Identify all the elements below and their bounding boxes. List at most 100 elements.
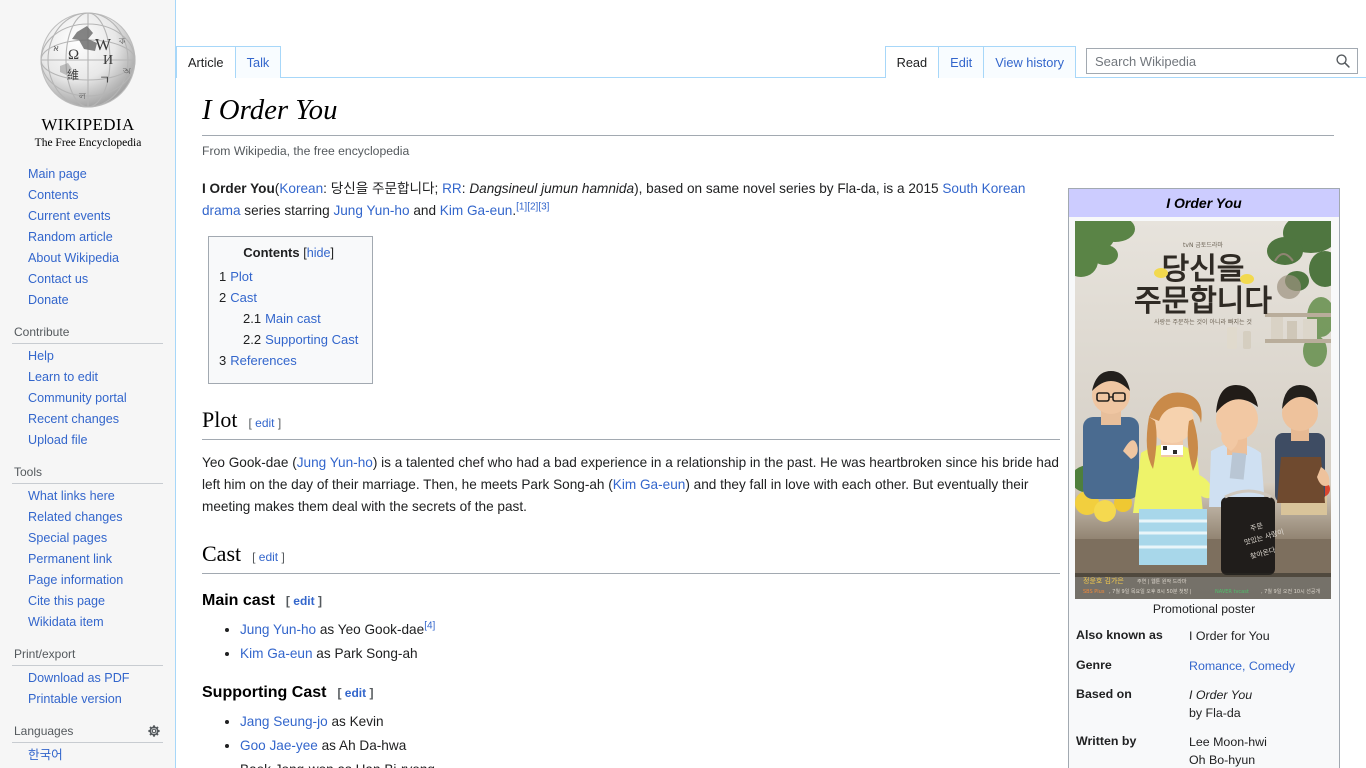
toc-text-main-cast[interactable]: Main cast [265,311,321,326]
sidebar-item-permanent-link[interactable]: Permanent link [0,549,175,570]
toc-text-supporting-cast[interactable]: Supporting Cast [265,332,358,347]
reference-links-lead[interactable]: [1][2][3] [516,202,549,213]
edit-section-main-cast: [ edit ] [286,594,322,608]
tab-article[interactable]: Article [176,46,235,78]
infobox-genre-links[interactable]: Romance, Comedy [1189,658,1333,676]
view-tabs: Read Edit View history [884,46,1076,78]
search-button[interactable] [1329,49,1357,73]
sidebar-item-donate[interactable]: Donate [0,290,175,311]
sidebar-item-upload-file[interactable]: Upload file [0,430,175,451]
svg-text:, 7월 9일 목요일 오후 8시 50분 첫방 |: , 7월 9일 목요일 오후 8시 50분 첫방 | [1109,588,1192,595]
sidebar-item-page-information[interactable]: Page information [0,570,175,591]
edit-link-supporting-cast[interactable]: edit [345,686,366,700]
sidebar-link-permanent-link[interactable]: Permanent link [28,552,112,566]
sidebar-link-what-links-here[interactable]: What links here [28,489,115,503]
sidebar-item-wikidata-item[interactable]: Wikidata item [0,612,175,633]
sidebar-item-contents[interactable]: Contents [0,185,175,206]
sidebar-item-random-article[interactable]: Random article [0,227,175,248]
sidebar-link-about-wikipedia[interactable]: About Wikipedia [28,251,119,265]
gear-icon[interactable] [147,724,161,738]
sidebar-item-community-portal[interactable]: Community portal [0,388,175,409]
promotional-poster-image[interactable]: tvN 금토드라마 당신을 주문합니다 사랑은 주문하는 것이 아니라 빠지는 … [1075,221,1331,599]
link-kim-ga-eun-plot[interactable]: Kim Ga-eun [613,477,686,492]
toc-item-main-cast[interactable]: 2.1 Main cast [243,308,358,329]
reference-main-cast-0[interactable]: [4] [424,620,435,631]
edit-bracket-close-supporting: ] [366,685,374,700]
tab-view-history[interactable]: View history [983,46,1076,78]
link-actor-jung-yun-ho[interactable]: Jung Yun-ho [240,622,316,637]
list-item: Jung Yun-ho as Yeo Gook-dae[4] [240,618,1064,642]
link-jung-yun-ho-lead[interactable]: Jung Yun-ho [333,203,409,218]
toc-item-references[interactable]: 3 References [219,350,358,371]
tab-edit[interactable]: Edit [938,46,984,78]
svg-text:NAVER tvcast: NAVER tvcast [1215,589,1249,595]
tab-separator-line [176,77,1366,78]
toc-item-supporting-cast[interactable]: 2.2 Supporting Cast [243,329,358,350]
sidebar-item-what-links-here[interactable]: What links here [0,486,175,507]
sidebar-link-wikidata-item[interactable]: Wikidata item [28,615,104,629]
link-rr[interactable]: RR [442,181,462,196]
toc-number-2-2: 2.2 [243,332,262,348]
svg-text:W: W [95,35,112,54]
sidebar-link-recent-changes[interactable]: Recent changes [28,412,119,426]
tab-read[interactable]: Read [884,46,939,78]
link-jung-yun-ho-plot[interactable]: Jung Yun-ho [297,455,373,470]
sidebar-link-help[interactable]: Help [28,349,54,363]
search-input[interactable] [1087,49,1329,73]
sidebar-item-cite-this-page[interactable]: Cite this page [0,591,175,612]
sidebar-link-random-article[interactable]: Random article [28,230,113,244]
sidebar-item-language-korean[interactable]: 한국어 [0,745,175,766]
reference-link-4[interactable]: [4] [424,620,435,631]
sidebar-link-page-information[interactable]: Page information [28,573,123,587]
sidebar-link-main-page[interactable]: Main page [28,167,87,181]
sidebar-link-donate[interactable]: Donate [28,293,69,307]
sidebar-item-current-events[interactable]: Current events [0,206,175,227]
toc-text-cast[interactable]: Cast [230,290,257,305]
sidebar-item-recent-changes[interactable]: Recent changes [0,409,175,430]
lead-references[interactable]: [1][2][3] [516,202,549,213]
svg-text:, 7월 9일 오전 10시 선공개: , 7월 9일 오전 10시 선공개 [1261,588,1320,595]
sidebar-item-related-changes[interactable]: Related changes [0,507,175,528]
toc-toggle-hide[interactable]: hide [307,246,331,260]
article-body: I Order You From Wikipedia, the free enc… [202,92,1356,768]
svg-text:주연 | 웹툰 원작 드라마: 주연 | 웹툰 원작 드라마 [1137,578,1187,585]
sidebar-link-related-changes[interactable]: Related changes [28,510,123,524]
link-actor-jang-seung-jo[interactable]: Jang Seung-jo [240,714,328,729]
sidebar-item-download-pdf[interactable]: Download as PDF [0,668,175,689]
sidebar-link-learn-to-edit[interactable]: Learn to edit [28,370,98,384]
sidebar-link-contact-us[interactable]: Contact us [28,272,88,286]
sidebar-item-main-page[interactable]: Main page [0,164,175,185]
edit-link-cast[interactable]: edit [259,550,278,564]
wikipedia-logo[interactable]: W Ω И 維 ㄱ א ক অ ল WIKIPEDIA The Free Enc… [0,0,176,160]
sidebar-link-download-pdf[interactable]: Download as PDF [28,671,130,685]
toc-list: 1 Plot 2 Cast 2.1 Main cast 2.2 Supporting C… [219,266,358,371]
toc-text-plot[interactable]: Plot [230,269,252,284]
edit-link-plot[interactable]: edit [255,416,274,430]
toc-item-plot[interactable]: 1 Plot [219,266,358,287]
edit-link-main-cast[interactable]: edit [293,594,314,608]
link-kim-ga-eun-lead[interactable]: Kim Ga-eun [440,203,513,218]
section-heading-cast: Cast [ edit ] [202,540,1060,574]
toc-item-cast[interactable]: 2 Cast 2.1 Main cast 2.2 Supporting Cast [219,287,358,350]
sidebar-item-help[interactable]: Help [0,346,175,367]
sidebar-heading-languages: Languages [14,724,74,738]
sidebar-item-printable-version[interactable]: Printable version [0,689,175,710]
link-actor-goo-jae-yee[interactable]: Goo Jae-yee [240,738,318,753]
tab-talk[interactable]: Talk [234,46,282,78]
sidebar-link-special-pages[interactable]: Special pages [28,531,107,545]
link-actor-kim-ga-eun[interactable]: Kim Ga-eun [240,646,313,661]
sidebar-link-language-korean[interactable]: 한국어 [28,748,63,762]
sidebar-link-current-events[interactable]: Current events [28,209,111,223]
sidebar-link-contents[interactable]: Contents [28,188,78,202]
sidebar-link-cite-this-page[interactable]: Cite this page [28,594,105,608]
sidebar-item-about-wikipedia[interactable]: About Wikipedia [0,248,175,269]
sidebar-item-special-pages[interactable]: Special pages [0,528,175,549]
sidebar-item-learn-to-edit[interactable]: Learn to edit [0,367,175,388]
sidebar-link-printable-version[interactable]: Printable version [28,692,122,706]
sidebar-link-community-portal[interactable]: Community portal [28,391,127,405]
sidebar-item-contact-us[interactable]: Contact us [0,269,175,290]
sidebar-link-upload-file[interactable]: Upload file [28,433,88,447]
link-korean[interactable]: Korean [279,181,323,196]
svg-text:당신을: 당신을 [1162,252,1245,287]
toc-text-references[interactable]: References [230,353,296,368]
